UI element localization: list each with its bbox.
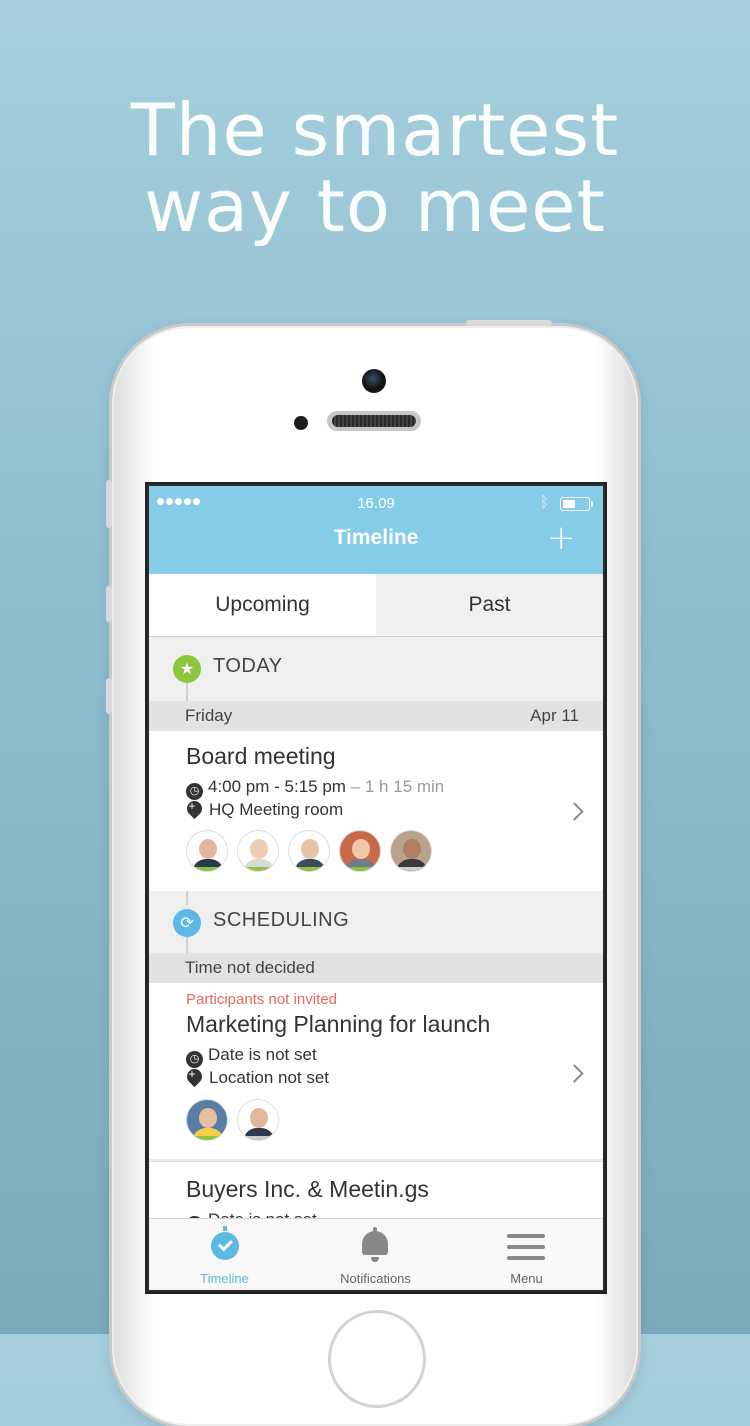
avatar xyxy=(288,830,330,872)
section-today: ★ TODAY xyxy=(149,637,603,701)
warning-label: Participants not invited xyxy=(186,991,337,1008)
star-icon: ★ xyxy=(173,655,201,683)
meeting-time-row: ◷ 4:00 pm - 5:15 pm – 1 h 15 min xyxy=(186,777,444,800)
clock-icon: ◷ xyxy=(186,1051,203,1068)
sync-icon: ⟳ xyxy=(173,909,201,937)
avatar xyxy=(390,830,432,872)
meeting-title: Buyers Inc. & Meetin.gs xyxy=(186,1176,429,1202)
tab-bar-label: Menu xyxy=(510,1271,543,1286)
meeting-location: Location not set xyxy=(209,1068,330,1087)
status-bar: 16.09 ᛒ xyxy=(149,486,603,520)
participant-avatars xyxy=(186,830,441,876)
avatar xyxy=(339,830,381,872)
meeting-date: Date is not set xyxy=(208,1045,317,1064)
meeting-card-board[interactable]: Board meeting ◷ 4:00 pm - 5:15 pm – 1 h 1… xyxy=(149,731,603,891)
bell-icon xyxy=(362,1227,388,1262)
meeting-title: Marketing Planning for launch xyxy=(186,1011,491,1037)
status-time: 16.09 xyxy=(357,495,395,512)
participant-avatars xyxy=(186,1099,288,1145)
navigation-bar: 16.09 ᛒ Timeline + xyxy=(149,486,603,574)
tab-upcoming[interactable]: Upcoming xyxy=(149,574,376,636)
tab-bar-timeline[interactable]: Timeline xyxy=(149,1219,300,1290)
location-pin-icon xyxy=(183,1065,206,1088)
volume-down-button xyxy=(106,678,112,714)
tab-bar-label: Timeline xyxy=(200,1271,249,1286)
timeline-connector xyxy=(186,683,188,701)
meeting-card-marketing[interactable]: Participants not invited Marketing Plann… xyxy=(149,983,603,1159)
meeting-duration: – 1 h 15 min xyxy=(350,777,445,796)
add-meeting-button[interactable]: + xyxy=(547,518,576,558)
avatar xyxy=(237,1099,279,1141)
bluetooth-icon: ᛒ xyxy=(540,493,550,511)
section-label-today: TODAY xyxy=(213,655,283,677)
segment-tabs: Upcoming Past xyxy=(149,574,603,637)
date-label: Apr 11 xyxy=(530,706,579,725)
avatar xyxy=(237,830,279,872)
meeting-date-row: ◷ Date is not set xyxy=(186,1045,317,1068)
section-scheduling: ⟳ SCHEDULING xyxy=(149,891,603,955)
avatar xyxy=(186,830,228,872)
meeting-card-buyers[interactable]: Buyers Inc. & Meetin.gs ◷Date is not set xyxy=(149,1161,603,1233)
meeting-title: Board meeting xyxy=(186,743,336,769)
tab-bar-label: Notifications xyxy=(340,1271,411,1286)
tab-bar-menu[interactable]: Menu xyxy=(451,1219,602,1290)
mute-switch xyxy=(106,480,112,528)
section-label-scheduling: SCHEDULING xyxy=(213,909,350,931)
clock-icon: ◷ xyxy=(186,783,203,800)
tab-bar: Timeline Notifications Menu xyxy=(149,1218,603,1290)
tab-bar-notifications[interactable]: Notifications xyxy=(300,1219,451,1290)
meeting-location-row: Location not set xyxy=(183,1065,330,1088)
phone-screen: 16.09 ᛒ Timeline + Upcoming Past ★ TODAY… xyxy=(145,482,607,1294)
meeting-location: HQ Meeting room xyxy=(209,800,344,819)
proximity-sensor xyxy=(294,416,308,430)
meeting-time: 4:00 pm - 5:15 pm xyxy=(208,777,346,796)
chevron-right-icon xyxy=(565,1064,584,1083)
earpiece-speaker xyxy=(327,411,421,431)
headline-line-1: The smartest xyxy=(130,88,620,172)
front-camera xyxy=(362,369,386,393)
avatar xyxy=(186,1099,228,1141)
headline-line-2: way to meet xyxy=(144,164,606,248)
day-header-time-not-decided: Time not decided xyxy=(149,953,603,983)
battery-icon xyxy=(560,497,593,511)
day-label: Time not decided xyxy=(185,958,315,977)
headline: The smartest way to meet xyxy=(0,92,750,244)
power-button xyxy=(466,320,552,326)
home-button xyxy=(328,1310,426,1408)
day-label: Friday xyxy=(185,706,233,725)
menu-icon xyxy=(507,1234,545,1260)
chevron-right-icon xyxy=(565,802,584,821)
volume-up-button xyxy=(106,586,112,622)
timeline-connector xyxy=(186,891,188,905)
location-pin-icon xyxy=(183,797,206,820)
page-title: Timeline xyxy=(333,526,419,549)
timeline-clock-icon xyxy=(211,1226,239,1260)
day-header-friday: Friday Apr 11 xyxy=(149,701,603,731)
meeting-location-row: HQ Meeting room xyxy=(183,797,344,820)
tab-past[interactable]: Past xyxy=(376,574,603,636)
